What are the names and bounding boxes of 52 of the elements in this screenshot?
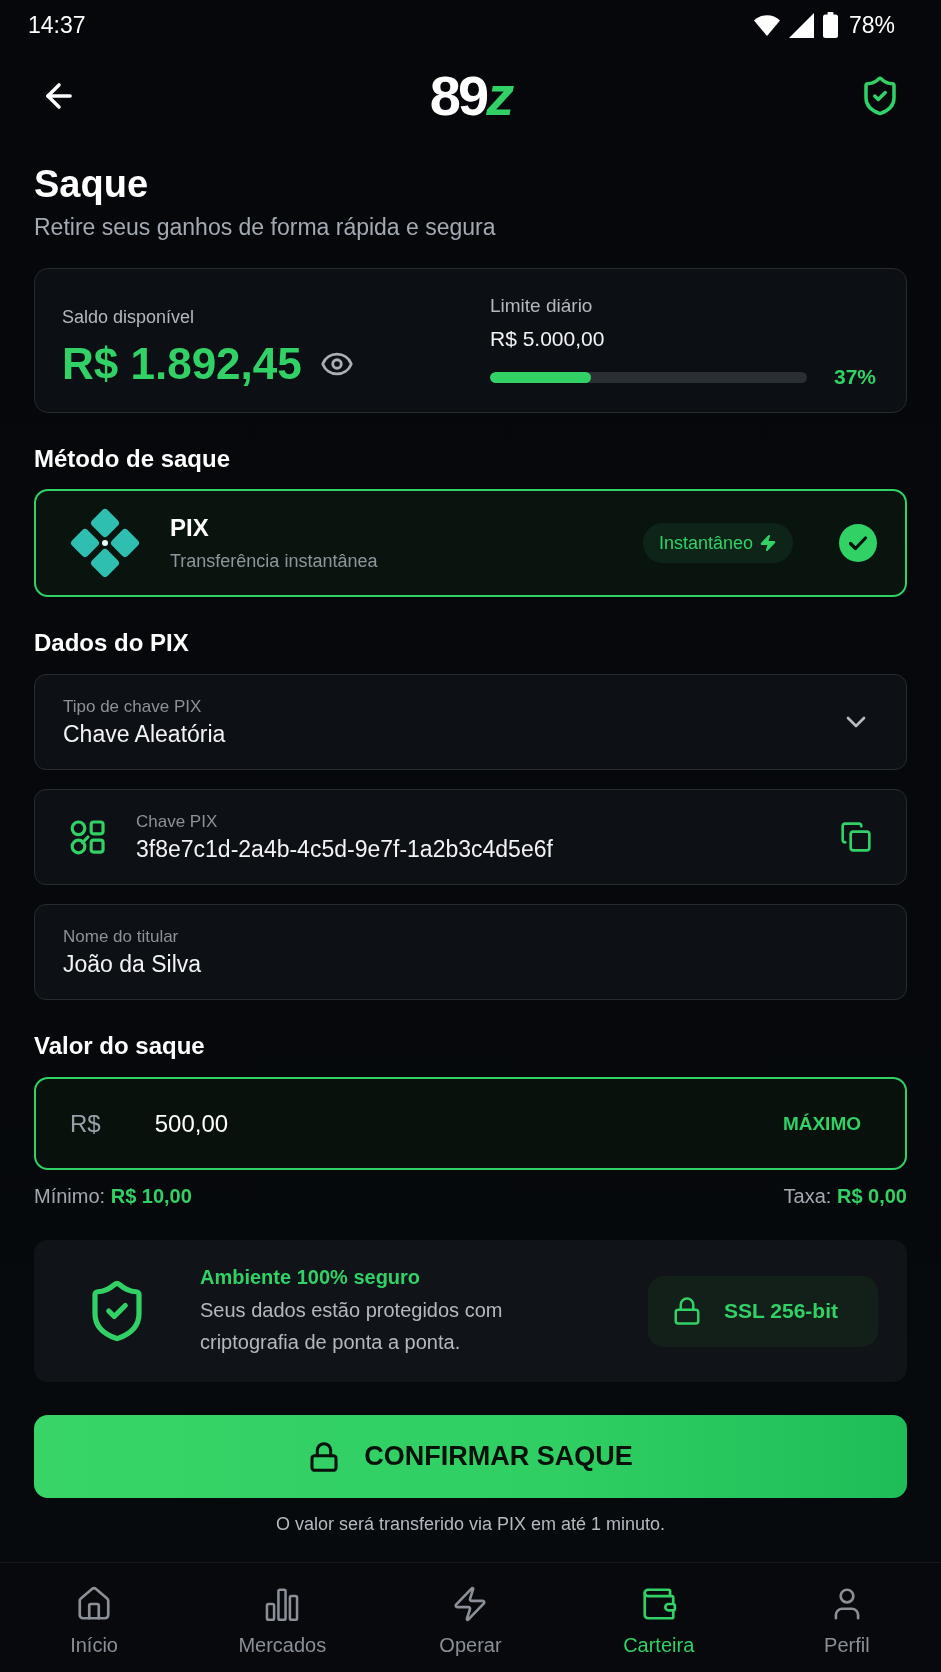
lock-icon	[672, 1296, 702, 1326]
select-field[interactable]: Tipo de chave PIX Chave Aleatória	[34, 674, 907, 770]
security-title: Ambiente 100% seguro	[200, 1265, 422, 1290]
section-title: Método de saque	[34, 444, 232, 474]
section-title: Dados do PIX	[34, 628, 190, 658]
amount-input-field[interactable]: R$ 500,00 MÁXIMO	[34, 1077, 907, 1170]
daily-limit-percent: 37%	[833, 364, 876, 390]
battery-icon	[822, 12, 838, 38]
payment-method-card[interactable]: PIX Transferência instantânea Instantâneo	[34, 489, 907, 597]
field-label: Tipo de chave PIX	[63, 696, 203, 718]
security-description: Seus dados estão protegidos com criptografia de ponta a ponta.	[200, 1298, 504, 1355]
nav-item[interactable]: Mercados	[188, 1563, 377, 1672]
brand-logo: 89z	[429, 68, 512, 124]
balance-amount: R$ 1.892,45	[62, 339, 302, 389]
field-value: Chave Aleatória	[63, 720, 227, 748]
copy-icon[interactable]	[840, 821, 872, 853]
confirm-button[interactable]: CONFIRMAR SAQUE	[34, 1415, 907, 1498]
nav-item[interactable]: Perfil	[752, 1563, 941, 1672]
input-field[interactable]: Nome do titular João da Silva	[34, 904, 907, 1000]
lightning-icon	[759, 534, 777, 552]
speed-label: Instantâneo	[658, 532, 753, 554]
daily-limit-value: R$ 5.000,00	[490, 326, 606, 352]
section-title: Valor do saque	[34, 1031, 206, 1061]
signal-icon	[788, 12, 814, 38]
nav-item[interactable]: Carteira	[564, 1563, 753, 1672]
balance-label: Saldo disponível	[62, 306, 196, 329]
wifi-icon	[753, 14, 780, 36]
key-grid-icon	[69, 818, 107, 856]
currency-prefix: R$	[70, 1108, 101, 1139]
minimum-amount: Mínimo: R$ 10,00	[34, 1184, 192, 1209]
lock-icon	[308, 1440, 341, 1473]
daily-limit-label: Limite diário	[490, 294, 594, 318]
page-subtitle: Retire seus ganhos de forma rápida e segura	[34, 213, 497, 242]
transfer-note: O valor será transferido via PIX em até 1 minuto.	[274, 1513, 667, 1536]
status-time: 14:37	[28, 11, 86, 39]
field-label: Nome do titular	[63, 926, 180, 948]
field-label: Chave PIX	[136, 811, 219, 833]
max-button[interactable]: MÁXIMO	[782, 1112, 861, 1135]
check-icon	[839, 524, 877, 562]
field-value: João da Silva	[63, 950, 203, 978]
field-value: 3f8e7c1d-2a4b-4c5d-9e7f-1a2b3c4d5e6f	[136, 835, 554, 863]
nav-item[interactable]: Operar	[376, 1563, 565, 1672]
amount-value: 500,00	[154, 1108, 230, 1139]
pix-logo-icon	[70, 508, 140, 578]
fee-amount: Taxa: R$ 0,00	[783, 1184, 907, 1209]
battery-level: 78%	[848, 11, 895, 39]
method-name: PIX	[170, 513, 210, 543]
page-title: Saque	[34, 162, 150, 207]
nav-item[interactable]: Início	[0, 1563, 189, 1672]
ssl-label: SSL 256-bit	[724, 1298, 838, 1324]
method-description: Transferência instantânea	[170, 550, 379, 573]
input-field[interactable]: Chave PIX 3f8e7c1d-2a4b-4c5d-9e7f-1a2b3c4d5e6f	[34, 789, 907, 885]
